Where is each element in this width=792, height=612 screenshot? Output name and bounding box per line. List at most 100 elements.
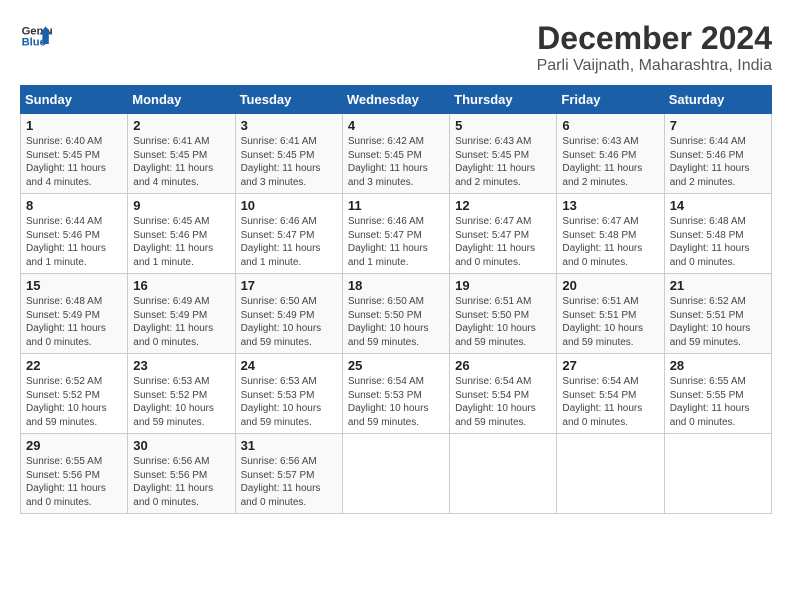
day-info: Sunrise: 6:47 AMSunset: 5:48 PMDaylight:… — [562, 215, 658, 269]
calendar-cell: 26 Sunrise: 6:54 AMSunset: 5:54 PMDayligh… — [450, 354, 557, 434]
day-header-thursday: Thursday — [450, 86, 557, 114]
calendar-cell — [557, 434, 664, 514]
week-row-2: 8 Sunrise: 6:44 AMSunset: 5:46 PMDaylight… — [21, 194, 772, 274]
day-number: 6 — [562, 118, 658, 133]
day-number: 4 — [348, 118, 444, 133]
day-number: 8 — [26, 198, 122, 213]
day-info: Sunrise: 6:51 AMSunset: 5:51 PMDaylight:… — [562, 295, 658, 349]
day-number: 14 — [670, 198, 766, 213]
day-info: Sunrise: 6:50 AMSunset: 5:50 PMDaylight:… — [348, 295, 444, 349]
day-number: 26 — [455, 358, 551, 373]
day-number: 13 — [562, 198, 658, 213]
calendar-cell: 11 Sunrise: 6:46 AMSunset: 5:47 PMDayligh… — [342, 194, 449, 274]
day-number: 20 — [562, 278, 658, 293]
day-info: Sunrise: 6:55 AMSunset: 5:55 PMDaylight:… — [670, 375, 766, 429]
day-info: Sunrise: 6:54 AMSunset: 5:53 PMDaylight:… — [348, 375, 444, 429]
day-number: 12 — [455, 198, 551, 213]
day-number: 21 — [670, 278, 766, 293]
day-number: 28 — [670, 358, 766, 373]
day-number: 31 — [241, 438, 337, 453]
logo: General Blue — [20, 20, 52, 52]
day-number: 18 — [348, 278, 444, 293]
calendar-cell: 7 Sunrise: 6:44 AMSunset: 5:46 PMDaylight… — [664, 114, 771, 194]
calendar-cell: 17Sunrise: 6:50 AMSunset: 5:49 PMDayligh… — [235, 274, 342, 354]
day-header-monday: Monday — [128, 86, 235, 114]
day-number: 7 — [670, 118, 766, 133]
day-info: Sunrise: 6:46 AMSunset: 5:47 PMDaylight:… — [348, 215, 444, 269]
days-header-row: SundayMondayTuesdayWednesdayThursdayFrid… — [21, 86, 772, 114]
day-info: Sunrise: 6:41 AMSunset: 5:45 PMDaylight:… — [133, 135, 229, 189]
calendar-body: 1 Sunrise: 6:40 AMSunset: 5:45 PMDaylight… — [21, 114, 772, 514]
day-info: Sunrise: 6:54 AMSunset: 5:54 PMDaylight:… — [562, 375, 658, 429]
day-info: Sunrise: 6:56 AMSunset: 5:56 PMDaylight:… — [133, 455, 229, 509]
day-info: Sunrise: 6:53 AMSunset: 5:53 PMDaylight:… — [241, 375, 337, 429]
day-info: Sunrise: 6:51 AMSunset: 5:50 PMDaylight:… — [455, 295, 551, 349]
calendar-cell: 29Sunrise: 6:55 AMSunset: 5:56 PMDayligh… — [21, 434, 128, 514]
logo-icon: General Blue — [20, 20, 52, 52]
calendar-cell: 5 Sunrise: 6:43 AMSunset: 5:45 PMDaylight… — [450, 114, 557, 194]
day-info: Sunrise: 6:43 AMSunset: 5:46 PMDaylight:… — [562, 135, 658, 189]
week-row-5: 29Sunrise: 6:55 AMSunset: 5:56 PMDayligh… — [21, 434, 772, 514]
day-info: Sunrise: 6:52 AMSunset: 5:52 PMDaylight:… — [26, 375, 122, 429]
day-number: 5 — [455, 118, 551, 133]
calendar-cell: 15 Sunrise: 6:48 AMSunset: 5:49 PMDayligh… — [21, 274, 128, 354]
calendar-cell: 4 Sunrise: 6:42 AMSunset: 5:45 PMDaylight… — [342, 114, 449, 194]
calendar-cell: 6 Sunrise: 6:43 AMSunset: 5:46 PMDaylight… — [557, 114, 664, 194]
day-number: 22 — [26, 358, 122, 373]
calendar-cell: 13 Sunrise: 6:47 AMSunset: 5:48 PMDayligh… — [557, 194, 664, 274]
calendar-cell: 19Sunrise: 6:51 AMSunset: 5:50 PMDayligh… — [450, 274, 557, 354]
calendar-cell: 2 Sunrise: 6:41 AMSunset: 5:45 PMDaylight… — [128, 114, 235, 194]
day-info: Sunrise: 6:47 AMSunset: 5:47 PMDaylight:… — [455, 215, 551, 269]
day-number: 23 — [133, 358, 229, 373]
header: General Blue December 2024 Parli Vaijnat… — [20, 20, 772, 75]
day-info: Sunrise: 6:46 AMSunset: 5:47 PMDaylight:… — [241, 215, 337, 269]
day-header-tuesday: Tuesday — [235, 86, 342, 114]
day-number: 17 — [241, 278, 337, 293]
subtitle: Parli Vaijnath, Maharashtra, India — [537, 57, 772, 75]
day-info: Sunrise: 6:40 AMSunset: 5:45 PMDaylight:… — [26, 135, 122, 189]
day-info: Sunrise: 6:55 AMSunset: 5:56 PMDaylight:… — [26, 455, 122, 509]
calendar-cell: 3Sunrise: 6:41 AMSunset: 5:45 PMDaylight… — [235, 114, 342, 194]
calendar-cell: 28 Sunrise: 6:55 AMSunset: 5:55 PMDayligh… — [664, 354, 771, 434]
day-number: 3 — [241, 118, 337, 133]
calendar-cell — [450, 434, 557, 514]
day-header-friday: Friday — [557, 86, 664, 114]
calendar-cell: 22 Sunrise: 6:52 AMSunset: 5:52 PMDayligh… — [21, 354, 128, 434]
day-info: Sunrise: 6:42 AMSunset: 5:45 PMDaylight:… — [348, 135, 444, 189]
day-info: Sunrise: 6:44 AMSunset: 5:46 PMDaylight:… — [26, 215, 122, 269]
calendar-cell: 9Sunrise: 6:45 AMSunset: 5:46 PMDaylight… — [128, 194, 235, 274]
calendar-cell: 16 Sunrise: 6:49 AMSunset: 5:49 PMDayligh… — [128, 274, 235, 354]
day-info: Sunrise: 6:44 AMSunset: 5:46 PMDaylight:… — [670, 135, 766, 189]
calendar-cell: 30Sunrise: 6:56 AMSunset: 5:56 PMDayligh… — [128, 434, 235, 514]
calendar-cell — [342, 434, 449, 514]
day-info: Sunrise: 6:49 AMSunset: 5:49 PMDaylight:… — [133, 295, 229, 349]
day-info: Sunrise: 6:43 AMSunset: 5:45 PMDaylight:… — [455, 135, 551, 189]
day-number: 15 — [26, 278, 122, 293]
calendar-cell: 18 Sunrise: 6:50 AMSunset: 5:50 PMDayligh… — [342, 274, 449, 354]
day-number: 2 — [133, 118, 229, 133]
day-number: 1 — [26, 118, 122, 133]
day-number: 9 — [133, 198, 229, 213]
title-section: December 2024 Parli Vaijnath, Maharashtr… — [537, 20, 772, 75]
calendar-cell: 1 Sunrise: 6:40 AMSunset: 5:45 PMDaylight… — [21, 114, 128, 194]
day-number: 10 — [241, 198, 337, 213]
week-row-3: 15 Sunrise: 6:48 AMSunset: 5:49 PMDayligh… — [21, 274, 772, 354]
calendar-cell: 20 Sunrise: 6:51 AMSunset: 5:51 PMDayligh… — [557, 274, 664, 354]
day-number: 11 — [348, 198, 444, 213]
calendar-cell: 8 Sunrise: 6:44 AMSunset: 5:46 PMDaylight… — [21, 194, 128, 274]
calendar-cell: 27 Sunrise: 6:54 AMSunset: 5:54 PMDayligh… — [557, 354, 664, 434]
calendar-cell: 21 Sunrise: 6:52 AMSunset: 5:51 PMDayligh… — [664, 274, 771, 354]
day-number: 27 — [562, 358, 658, 373]
day-info: Sunrise: 6:48 AMSunset: 5:49 PMDaylight:… — [26, 295, 122, 349]
calendar-cell: 10 Sunrise: 6:46 AMSunset: 5:47 PMDayligh… — [235, 194, 342, 274]
calendar-cell: 31 Sunrise: 6:56 AMSunset: 5:57 PMDayligh… — [235, 434, 342, 514]
day-number: 25 — [348, 358, 444, 373]
calendar-cell: 23Sunrise: 6:53 AMSunset: 5:52 PMDayligh… — [128, 354, 235, 434]
day-info: Sunrise: 6:56 AMSunset: 5:57 PMDaylight:… — [241, 455, 337, 509]
day-info: Sunrise: 6:54 AMSunset: 5:54 PMDaylight:… — [455, 375, 551, 429]
day-number: 16 — [133, 278, 229, 293]
day-info: Sunrise: 6:52 AMSunset: 5:51 PMDaylight:… — [670, 295, 766, 349]
day-header-saturday: Saturday — [664, 86, 771, 114]
calendar-cell: 12 Sunrise: 6:47 AMSunset: 5:47 PMDayligh… — [450, 194, 557, 274]
day-number: 24 — [241, 358, 337, 373]
